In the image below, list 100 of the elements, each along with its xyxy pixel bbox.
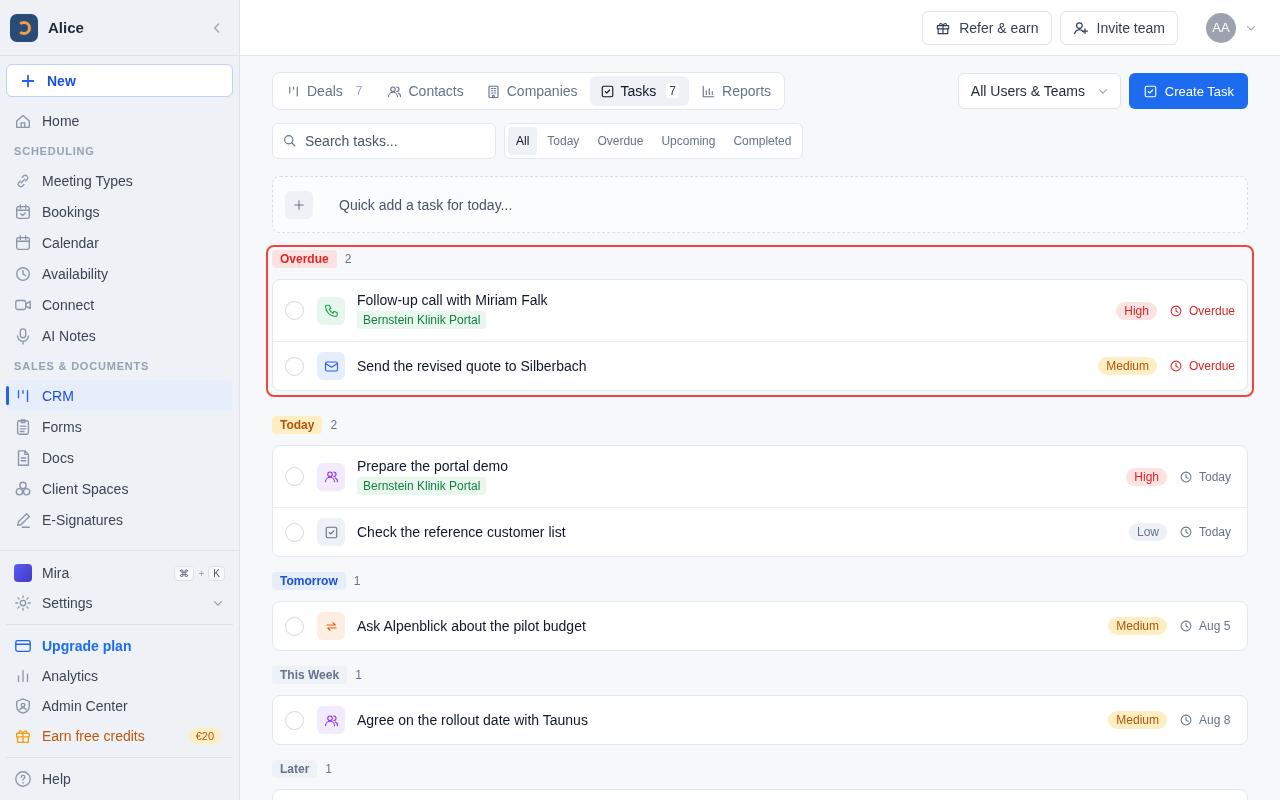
shortcut-separator: + (198, 567, 205, 579)
task-title: Ask Alpenblick about the pilot budget (357, 618, 586, 634)
clock-icon (14, 264, 32, 283)
nav-item[interactable]: Availability (6, 258, 233, 289)
task-row[interactable]: Send the revised quote to Silberbach Medium Overdue (273, 342, 1247, 390)
group-count: 2 (330, 418, 338, 432)
refer-button[interactable]: Refer & earn (922, 10, 1052, 45)
shortcut-key: K (208, 565, 225, 581)
due-date: Today (1199, 469, 1232, 484)
clipboard-icon (14, 417, 32, 436)
gift-icon (14, 727, 32, 745)
project-tag: Bernstein Klinik Portal (357, 477, 487, 495)
tab-count: 7 (354, 84, 364, 98)
plus-icon (292, 197, 306, 212)
help-item[interactable]: Help (6, 764, 233, 794)
task-row[interactable]: Agree on the rollout date with Taunus Medium Aug 8 (273, 696, 1247, 744)
checkbox-icon (1142, 83, 1158, 99)
phone-icon (323, 303, 339, 318)
tab[interactable]: Tasks 7 (589, 76, 690, 106)
tab[interactable]: Contacts (377, 76, 474, 106)
nav-item[interactable]: Calendar (6, 227, 233, 258)
task-checkbox[interactable] (285, 356, 304, 376)
task-checkbox[interactable] (285, 710, 304, 730)
nav-item[interactable]: Upgrade plan (6, 631, 233, 661)
help-icon (14, 770, 32, 788)
nav-label: Admin Center (42, 698, 129, 714)
nav-item[interactable]: Client Spaces (6, 473, 233, 504)
users-icon (387, 83, 403, 99)
group-count: 2 (344, 252, 352, 266)
envelope-icon (323, 358, 339, 374)
nav-item[interactable]: Admin Center (6, 691, 233, 721)
priority-badge: Medium (1108, 617, 1167, 635)
task-row[interactable]: Prepare the portal demo Bernstein Klinik Portal High Today (273, 446, 1247, 508)
due-date: Aug 5 (1199, 619, 1231, 633)
task-title: Send the revised quote to Silberbach (357, 358, 587, 374)
task-row[interactable]: Check the reference customer list Low Today (273, 508, 1247, 556)
task-title: Check the reference customer list (357, 524, 566, 540)
nav-item[interactable]: E-Signatures (6, 504, 233, 535)
group-count: 1 (325, 762, 333, 776)
filter-tab[interactable]: Overdue (589, 127, 652, 155)
task-checkbox[interactable] (285, 616, 304, 636)
credit-card-icon (14, 637, 32, 655)
invite-button[interactable]: Invite team (1059, 10, 1178, 45)
task-row[interactable]: Ask Alpenblick about the pilot budget Medium Aug 5 (273, 602, 1247, 650)
nav-item[interactable]: Docs (6, 442, 233, 473)
quick-add-field[interactable]: Quick add a task for today... (272, 176, 1248, 233)
owner-dropdown[interactable]: All Users & Teams (957, 73, 1121, 109)
search-field[interactable]: Search tasks... (272, 123, 496, 159)
filter-tab[interactable]: Upcoming (653, 127, 724, 155)
nav-item[interactable]: Analytics (6, 661, 233, 691)
app-logo (10, 13, 38, 42)
filter-tab[interactable]: All (508, 127, 538, 155)
group-count: 1 (355, 668, 362, 682)
checkbox-icon (599, 83, 615, 99)
nav-item[interactable]: Earn free credits €20 (6, 721, 233, 751)
nav-item[interactable]: Home (6, 105, 233, 136)
nav-item[interactable]: Meeting Types (6, 165, 233, 196)
microphone-icon (14, 326, 32, 345)
nav-item[interactable]: Bookings (6, 196, 233, 227)
tab[interactable]: Companies (475, 76, 588, 106)
credit-badge: €20 (188, 728, 221, 744)
search-icon (282, 133, 297, 148)
users-icon (323, 712, 339, 728)
project-tag: Bernstein Klinik Portal (357, 311, 487, 329)
task-checkbox[interactable] (285, 467, 304, 486)
tab[interactable]: Reports (691, 76, 782, 106)
nav-label: Upgrade plan (42, 638, 133, 654)
building-icon (485, 83, 501, 99)
task-checkbox[interactable] (285, 522, 304, 542)
crm-icon (286, 83, 301, 99)
priority-badge: Medium (1108, 711, 1167, 729)
settings-label: Settings (42, 595, 94, 611)
workspace-name: Alice (48, 19, 85, 36)
nav-item[interactable]: AI Notes (6, 320, 233, 351)
task-checkbox[interactable] (285, 301, 304, 320)
filter-tab[interactable]: Today (539, 127, 588, 155)
group-label: Overdue (272, 250, 337, 268)
new-button[interactable]: New (6, 64, 233, 97)
nav-item[interactable]: CRM (6, 380, 233, 411)
group-label: This Week (272, 666, 348, 684)
filter-tab[interactable]: Completed (725, 127, 800, 155)
add-user-icon (1072, 19, 1089, 36)
shortcut-key: ⌘ (174, 565, 195, 581)
add-button[interactable] (285, 190, 313, 219)
nav-item[interactable]: Forms (6, 411, 233, 442)
due-date: Today (1199, 525, 1232, 539)
create-task-button[interactable]: Create Task (1128, 73, 1248, 109)
task-row[interactable]: Follow-up call with Miriam Falk Bernstein Klinik Portal High Overdue (273, 280, 1247, 342)
nav-item[interactable]: Connect (6, 289, 233, 320)
quick-add-input[interactable]: Quick add a task for today... (337, 195, 1235, 214)
settings-item[interactable]: Settings (6, 588, 233, 618)
checkbox-icon (323, 524, 339, 540)
priority-badge: High (1126, 467, 1167, 486)
bar-chart-icon (701, 83, 717, 99)
due-date: Overdue (1188, 359, 1235, 373)
assistant-item[interactable]: Mira ⌘ + K (6, 558, 233, 588)
calendar-icon (14, 233, 32, 252)
group-label: Later (272, 760, 318, 778)
tab[interactable]: Deals 7 (276, 76, 376, 106)
pen-icon (14, 510, 32, 529)
